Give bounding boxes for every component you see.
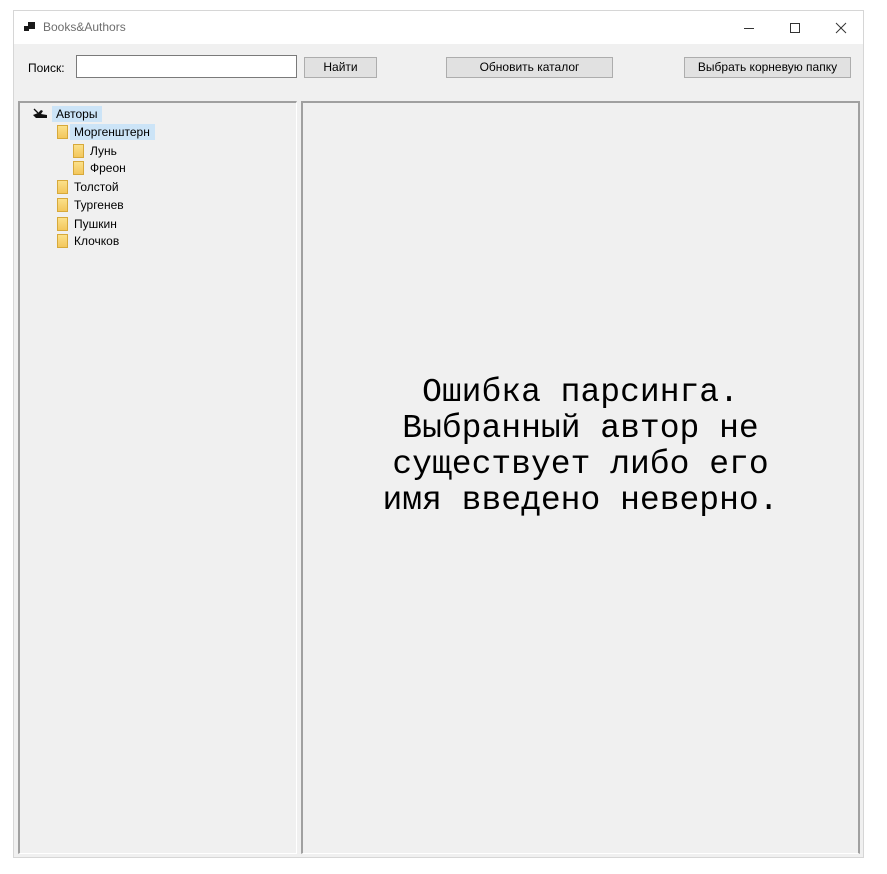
tree-node-label: Тургенев — [74, 198, 124, 212]
choose-root-folder-button[interactable]: Выбрать корневую папку — [684, 57, 851, 78]
tree-node-label: Пушкин — [74, 217, 117, 231]
folder-icon — [73, 160, 86, 176]
minimize-button[interactable] — [726, 11, 772, 44]
maximize-button[interactable] — [772, 11, 818, 44]
folder-icon — [57, 216, 70, 232]
tree-node-label: Моргенштерн — [70, 124, 155, 140]
tree-node-label: Авторы — [52, 106, 103, 122]
tree-node-author[interactable]: Тургенев — [57, 197, 129, 214]
tree-node-label: Фреон — [90, 161, 126, 175]
app-icon — [24, 22, 36, 33]
search-input[interactable] — [76, 55, 297, 78]
tree-node-book[interactable]: Лунь — [73, 143, 122, 160]
tree-node-root[interactable]: Авторы — [33, 106, 103, 123]
tree-node-author[interactable]: Клочков — [57, 233, 124, 250]
refresh-catalog-button[interactable]: Обновить каталог — [446, 57, 613, 78]
tree-node-author[interactable]: Моргенштерн — [57, 124, 155, 141]
tree-node-book[interactable]: Фреон — [73, 160, 131, 177]
error-message: Ошибка парсинга. Выбранный автор не суще… — [382, 374, 779, 519]
tree-node-label: Толстой — [74, 180, 119, 194]
app-window: Books&Authors Поиск: Найти Обновить ката… — [13, 10, 864, 858]
folder-icon — [57, 179, 70, 195]
folder-icon — [57, 124, 70, 140]
tree-node-author[interactable]: Пушкин — [57, 216, 122, 233]
folder-icon — [57, 233, 70, 249]
window-title: Books&Authors — [43, 20, 126, 34]
find-button[interactable]: Найти — [304, 57, 377, 78]
maximize-icon — [790, 23, 800, 33]
search-label: Поиск: — [28, 61, 65, 75]
minimize-icon — [744, 28, 754, 29]
tree-node-label: Лунь — [90, 144, 117, 158]
folder-icon — [73, 143, 86, 159]
pen-hand-icon — [33, 106, 47, 122]
close-button[interactable] — [818, 11, 864, 44]
title-bar[interactable]: Books&Authors — [14, 11, 863, 44]
close-icon — [835, 22, 847, 34]
tree-node-author[interactable]: Толстой — [57, 179, 124, 196]
content-panel: Ошибка парсинга. Выбранный автор не суще… — [301, 101, 860, 854]
tree-node-label: Клочков — [74, 234, 120, 248]
folder-icon — [57, 197, 70, 213]
authors-tree[interactable]: Авторы Моргенштерн Лунь Фреон Толстой Ту… — [18, 101, 297, 854]
